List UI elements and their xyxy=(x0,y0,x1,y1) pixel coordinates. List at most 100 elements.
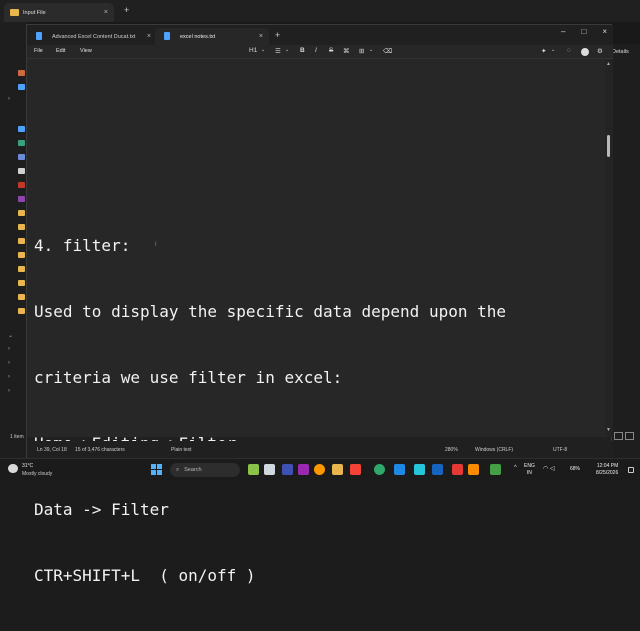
link-icon[interactable]: ⌘ xyxy=(343,47,350,55)
text-editor[interactable]: ǀ 4. filter: Used to display the specifi… xyxy=(27,59,605,585)
search-placeholder: Search xyxy=(184,467,202,473)
new-tab-button[interactable]: + xyxy=(275,30,280,40)
edge-icon[interactable] xyxy=(374,464,385,475)
app-icon[interactable] xyxy=(468,464,479,475)
folder-icon[interactable] xyxy=(18,280,25,286)
table-icon[interactable]: ⊞ xyxy=(359,47,364,55)
language-indicator[interactable]: ENG IN xyxy=(524,463,535,477)
home-icon[interactable] xyxy=(18,70,25,76)
close-button[interactable]: × xyxy=(602,27,607,36)
app-icon[interactable] xyxy=(452,464,463,475)
outlook-icon[interactable] xyxy=(394,464,405,475)
folder-icon xyxy=(10,9,19,16)
close-tab-icon[interactable]: × xyxy=(147,33,151,40)
italic-button[interactable]: I xyxy=(315,47,317,54)
folder-icon[interactable] xyxy=(18,308,25,314)
music-icon[interactable] xyxy=(18,182,25,188)
start-button[interactable] xyxy=(151,464,162,475)
close-tab-icon[interactable]: × xyxy=(259,33,263,40)
folder-icon[interactable] xyxy=(18,266,25,272)
folder-icon[interactable] xyxy=(18,210,25,216)
pictures-icon[interactable] xyxy=(18,168,25,174)
tab-excel-notes[interactable]: excel notes.txt × xyxy=(155,28,269,45)
bold-button[interactable]: B xyxy=(300,47,305,54)
clock[interactable]: 12:04 PM 8/25/2026 xyxy=(596,463,618,477)
format-indicator[interactable]: Plain text xyxy=(171,447,192,453)
gallery-icon[interactable] xyxy=(18,84,25,90)
text-line: CTR+SHIFT+L ( on/off ) xyxy=(34,566,256,585)
scroll-up-icon[interactable]: ▲ xyxy=(606,61,611,67)
chevron-right-icon[interactable]: › xyxy=(8,360,10,366)
list-icon[interactable]: ☰ xyxy=(275,47,281,55)
details-button[interactable]: Details xyxy=(612,49,629,55)
notification-icon[interactable] xyxy=(628,467,634,473)
teams-icon[interactable] xyxy=(282,464,293,475)
videos-icon[interactable] xyxy=(18,196,25,202)
editor-content[interactable]: 4. filter: Used to display the specific … xyxy=(34,191,506,631)
chevron-down-icon[interactable]: ⌄ xyxy=(369,47,373,53)
menu-view[interactable]: View xyxy=(80,48,92,54)
view-toggle-group xyxy=(614,432,634,440)
folder-icon[interactable] xyxy=(18,224,25,230)
battery-level[interactable]: 68% xyxy=(570,466,580,472)
notepad-window: Advanced Excel Content Ducat.txt × excel… xyxy=(26,24,613,585)
chevron-right-icon[interactable]: › xyxy=(8,346,10,352)
scrollbar-thumb[interactable] xyxy=(607,135,610,157)
explorer-tab[interactable]: Input File × xyxy=(4,3,114,22)
desktop-icon[interactable] xyxy=(18,126,25,132)
settings-icon[interactable]: ⚙ xyxy=(597,47,603,55)
maximize-button[interactable]: □ xyxy=(581,27,586,36)
explorer-status-text: 1 item xyxy=(10,434,24,440)
documents-icon[interactable] xyxy=(18,154,25,160)
vertical-scrollbar[interactable]: ▲ ▼ xyxy=(605,59,613,437)
strikethrough-button[interactable]: S xyxy=(329,47,333,54)
explorer-right-pane xyxy=(612,44,640,458)
heading-dropdown[interactable]: H1 xyxy=(249,47,257,54)
chevron-right-icon[interactable]: › xyxy=(8,374,10,380)
downloads-icon[interactable] xyxy=(18,140,25,146)
chevron-right-icon[interactable]: › xyxy=(8,388,10,394)
folder-icon[interactable] xyxy=(18,238,25,244)
chevron-down-icon[interactable]: ⌄ xyxy=(261,47,265,53)
notifications-icon[interactable]: ◌ xyxy=(567,47,571,54)
line-ending[interactable]: Windows (CRLF) xyxy=(475,447,513,453)
avatar[interactable] xyxy=(581,48,589,56)
new-tab-button[interactable]: + xyxy=(124,5,129,15)
chevron-up-icon[interactable]: ^ xyxy=(514,465,517,471)
chevron-down-icon[interactable]: ⌄ xyxy=(8,332,13,339)
tiles-view-icon[interactable] xyxy=(625,432,634,440)
excel-icon[interactable] xyxy=(490,464,501,475)
taskbar: 31°C Mostly cloudy ⌕ Search ^ ENG IN ◠ ◁… xyxy=(0,458,640,480)
network-volume-icons[interactable]: ◠ ◁ xyxy=(543,465,555,472)
clear-formatting-icon[interactable]: ⌫ xyxy=(383,47,392,55)
weather-temperature[interactable]: 31°C xyxy=(22,463,33,469)
text-line: Data -> Filter xyxy=(34,500,169,519)
zoom-level[interactable]: 280% xyxy=(445,447,458,453)
word-icon[interactable] xyxy=(432,464,443,475)
taskbar-search[interactable]: ⌕ Search xyxy=(170,463,240,477)
chevron-down-icon[interactable]: ⌄ xyxy=(551,47,555,53)
minimize-button[interactable]: – xyxy=(561,27,565,36)
widgets-icon[interactable] xyxy=(248,464,259,475)
details-view-icon[interactable] xyxy=(614,432,623,440)
explorer-titlebar: Input File × + xyxy=(0,0,640,22)
copilot-icon[interactable]: ✦ xyxy=(541,47,546,55)
close-tab-icon[interactable]: × xyxy=(104,9,108,16)
weather-description[interactable]: Mostly cloudy xyxy=(22,471,52,477)
app-icon[interactable] xyxy=(298,464,309,475)
file-explorer-icon[interactable] xyxy=(332,464,343,475)
notepad-icon[interactable] xyxy=(414,464,425,475)
menu-edit[interactable]: Edit xyxy=(56,48,65,54)
folder-icon[interactable] xyxy=(18,252,25,258)
app-icon[interactable] xyxy=(350,464,361,475)
folder-icon[interactable] xyxy=(18,294,25,300)
scroll-down-icon[interactable]: ▼ xyxy=(606,427,611,433)
encoding[interactable]: UTF-8 xyxy=(553,447,567,453)
chevron-down-icon[interactable]: ⌄ xyxy=(285,47,289,53)
tab-advanced-excel[interactable]: Advanced Excel Content Ducat.txt × xyxy=(27,28,157,45)
firefox-icon[interactable] xyxy=(314,464,325,475)
weather-cloud-icon[interactable] xyxy=(8,464,18,473)
task-view-icon[interactable] xyxy=(264,464,275,475)
chevron-right-icon[interactable]: › xyxy=(8,96,10,102)
menu-file[interactable]: File xyxy=(34,48,43,54)
